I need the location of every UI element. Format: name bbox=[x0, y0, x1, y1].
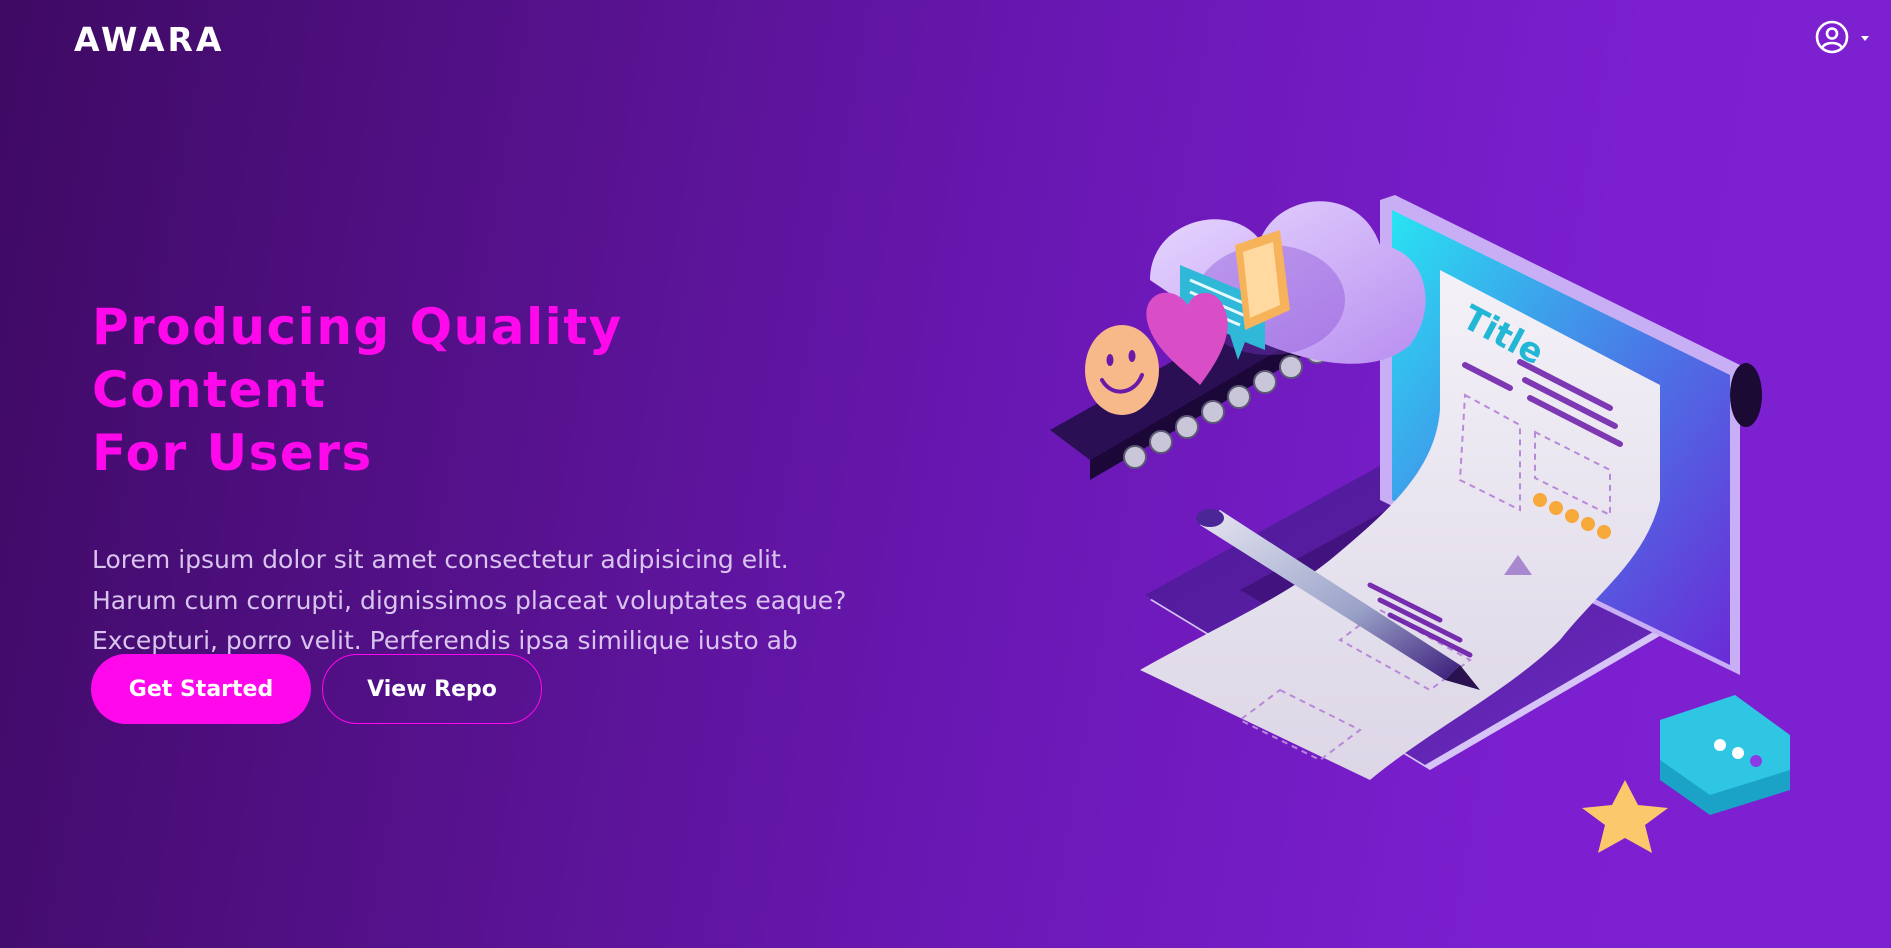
user-circle-icon[interactable] bbox=[1815, 20, 1849, 54]
caret-down-icon[interactable] bbox=[1861, 35, 1869, 41]
hero-section: Producing Quality Content For Users Lore… bbox=[92, 296, 872, 702]
top-navbar: AWARA bbox=[0, 0, 1891, 80]
stacked-chat-graphic bbox=[1660, 695, 1790, 815]
smiley-graphic bbox=[1085, 325, 1159, 415]
brand-logo[interactable]: AWARA bbox=[74, 20, 224, 59]
get-started-button[interactable]: Get Started bbox=[91, 654, 311, 724]
hero-buttons: Get Started View Repo bbox=[91, 654, 542, 724]
hero-illustration: Title bbox=[1040, 170, 1800, 870]
profile-menu[interactable] bbox=[1815, 20, 1869, 54]
hero-title-line2: For Users bbox=[92, 424, 373, 482]
hero-title-line1: Producing Quality Content bbox=[92, 298, 623, 419]
star-graphic bbox=[1582, 780, 1668, 853]
view-repo-button[interactable]: View Repo bbox=[322, 654, 542, 724]
hero-title: Producing Quality Content For Users bbox=[92, 296, 872, 485]
